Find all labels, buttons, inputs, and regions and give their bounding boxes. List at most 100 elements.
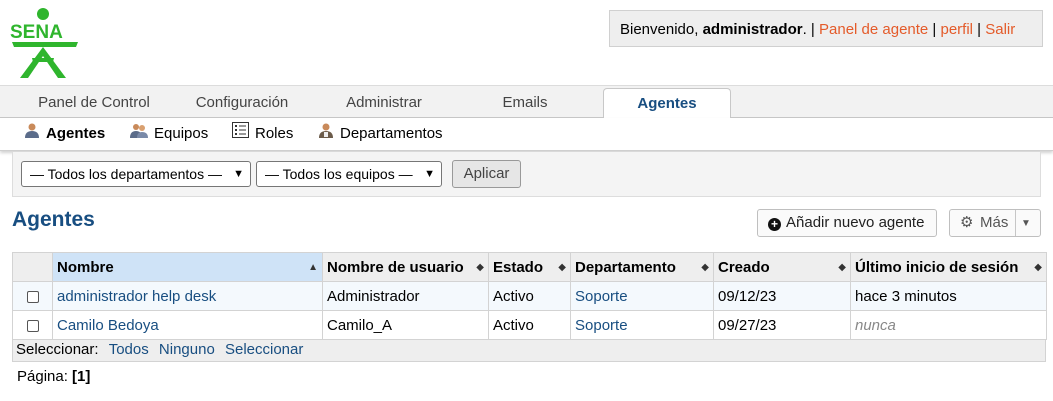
agent-panel-link[interactable]: Panel de agente: [819, 21, 928, 38]
logo-text: SENA: [10, 22, 63, 43]
subnav-teams[interactable]: Equipos: [130, 118, 208, 150]
column-header-username[interactable]: Nombre de usuario ◆: [322, 252, 489, 282]
welcome-text: Bienvenido,: [620, 21, 703, 38]
sub-nav: Agentes Equipos Roles Departamentos: [0, 118, 1053, 151]
sort-icon: ◆: [838, 262, 846, 273]
column-label: Nombre de usuario: [327, 258, 464, 276]
add-agent-label: Añadir nuevo agente: [786, 214, 925, 231]
department-cell: Soporte: [570, 310, 714, 340]
column-header-name[interactable]: Nombre ▲: [52, 252, 323, 282]
subnav-label: Roles: [255, 125, 294, 142]
department-icon: [318, 118, 334, 150]
team-icon: [130, 118, 148, 150]
select-toggle-link[interactable]: Seleccionar: [225, 341, 303, 358]
username-cell: Camilo_A: [322, 310, 489, 340]
username: administrador: [702, 21, 803, 38]
gear-icon: ⚙: [960, 214, 974, 231]
table-header-row: Nombre ▲ Nombre de usuario ◆ Estado ◆ Depar…: [12, 252, 1047, 282]
logout-link[interactable]: Salir: [985, 21, 1015, 38]
pagination: Página: [1]: [17, 368, 90, 385]
bulk-select-bar: Seleccionar: Todos Ninguno Seleccionar: [12, 340, 1046, 362]
username-cell: Administrador: [322, 281, 489, 311]
roles-icon: [232, 118, 249, 150]
subnav-departments[interactable]: Departamentos: [318, 118, 443, 150]
page-title: Agentes: [12, 208, 95, 231]
chevron-down-icon: ▼: [424, 168, 435, 180]
agent-name-link[interactable]: Camilo Bedoya: [57, 317, 159, 334]
agents-table-container: Nombre ▲ Nombre de usuario ◆ Estado ◆ Depar…: [12, 252, 1047, 362]
profile-link[interactable]: perfil: [941, 21, 974, 38]
status-cell: Activo: [488, 281, 571, 311]
row-checkbox-cell: [12, 310, 53, 340]
chevron-down-icon[interactable]: ▼: [1021, 211, 1031, 237]
agent-icon: [24, 118, 40, 150]
separator: |: [973, 21, 986, 38]
filter-bar: — Todos los departamentos — ▼ — Todos lo…: [12, 152, 1041, 197]
department-select[interactable]: — Todos los departamentos — ▼: [21, 161, 251, 187]
department-link[interactable]: Soporte: [575, 317, 628, 334]
team-select[interactable]: — Todos los equipos — ▼: [256, 161, 442, 187]
select-column-header: [12, 252, 53, 282]
column-header-status[interactable]: Estado ◆: [488, 252, 571, 282]
subnav-agents[interactable]: Agentes: [24, 118, 105, 150]
column-label: Último inicio de sesión: [855, 258, 1019, 276]
chevron-down-icon: ▼: [233, 168, 244, 180]
name-cell: Camilo Bedoya: [52, 310, 323, 340]
row-checkbox-cell: [12, 281, 53, 311]
select-all-link[interactable]: Todos: [109, 341, 149, 358]
column-header-department[interactable]: Departamento ◆: [570, 252, 714, 282]
divider: [1015, 210, 1016, 236]
department-link[interactable]: Soporte: [575, 288, 628, 305]
sort-icon: ◆: [701, 262, 709, 273]
subnav-label: Equipos: [154, 125, 209, 142]
pager-label: Página:: [17, 368, 68, 385]
more-label: Más: [980, 214, 1009, 231]
column-header-last-login[interactable]: Último inicio de sesión ◆: [850, 252, 1047, 282]
user-info-bar: Bienvenido, administrador. | Panel de ag…: [609, 10, 1043, 47]
agents-table: Nombre ▲ Nombre de usuario ◆ Estado ◆ Depar…: [12, 252, 1047, 340]
last-login-cell: nunca: [850, 310, 1047, 340]
subnav-roles[interactable]: Roles: [232, 118, 293, 150]
sort-asc-icon: ▲: [308, 262, 318, 273]
subnav-label: Departamentos: [340, 125, 443, 142]
separator: |: [928, 21, 941, 38]
tab-control-panel[interactable]: Panel de Control: [18, 86, 170, 118]
table-row: administrador help desk Administrador Ac…: [12, 281, 1047, 311]
tab-administer[interactable]: Administrar: [314, 86, 454, 118]
department-cell: Soporte: [570, 281, 714, 311]
column-label: Creado: [718, 258, 770, 276]
column-label: Nombre: [57, 258, 114, 276]
main-nav: Panel de Control Configuración Administr…: [0, 85, 1053, 119]
sort-icon: ◆: [558, 262, 566, 273]
tab-emails[interactable]: Emails: [454, 86, 596, 118]
agent-name-link[interactable]: administrador help desk: [57, 288, 216, 305]
add-agent-button[interactable]: + Añadir nuevo agente: [757, 209, 937, 237]
name-cell: administrador help desk: [52, 281, 323, 311]
created-cell: 09/27/23: [713, 310, 851, 340]
tab-configuration[interactable]: Configuración: [170, 86, 314, 118]
team-select-value: — Todos los equipos —: [265, 166, 413, 182]
current-page: [1]: [72, 368, 91, 385]
department-select-value: — Todos los departamentos —: [30, 166, 222, 182]
created-cell: 09/12/23: [713, 281, 851, 311]
status-cell: Activo: [488, 310, 571, 340]
last-login-cell: hace 3 minutos: [850, 281, 1047, 311]
tab-agents[interactable]: Agentes: [603, 88, 731, 119]
row-checkbox[interactable]: [26, 319, 39, 332]
column-label: Estado: [493, 258, 544, 276]
sort-icon: ◆: [1034, 262, 1042, 273]
row-checkbox[interactable]: [26, 290, 39, 303]
select-label: Seleccionar:: [16, 341, 99, 358]
column-label: Departamento: [575, 258, 676, 276]
subnav-label: Agentes: [46, 125, 106, 142]
sort-icon: ◆: [476, 262, 484, 273]
more-button[interactable]: ⚙ Más ▼: [949, 209, 1041, 237]
apply-button[interactable]: Aplicar: [452, 160, 521, 188]
sena-logo[interactable]: SENA: [8, 6, 90, 78]
select-none-link[interactable]: Ninguno: [159, 341, 215, 358]
column-header-created[interactable]: Creado ◆: [713, 252, 851, 282]
separator: . |: [802, 21, 819, 38]
plus-circle-icon: +: [768, 218, 781, 231]
table-row: Camilo Bedoya Camilo_A Activo Soporte 09…: [12, 310, 1047, 340]
header: SENA Bienvenido, administrador. | Panel …: [0, 0, 1053, 85]
